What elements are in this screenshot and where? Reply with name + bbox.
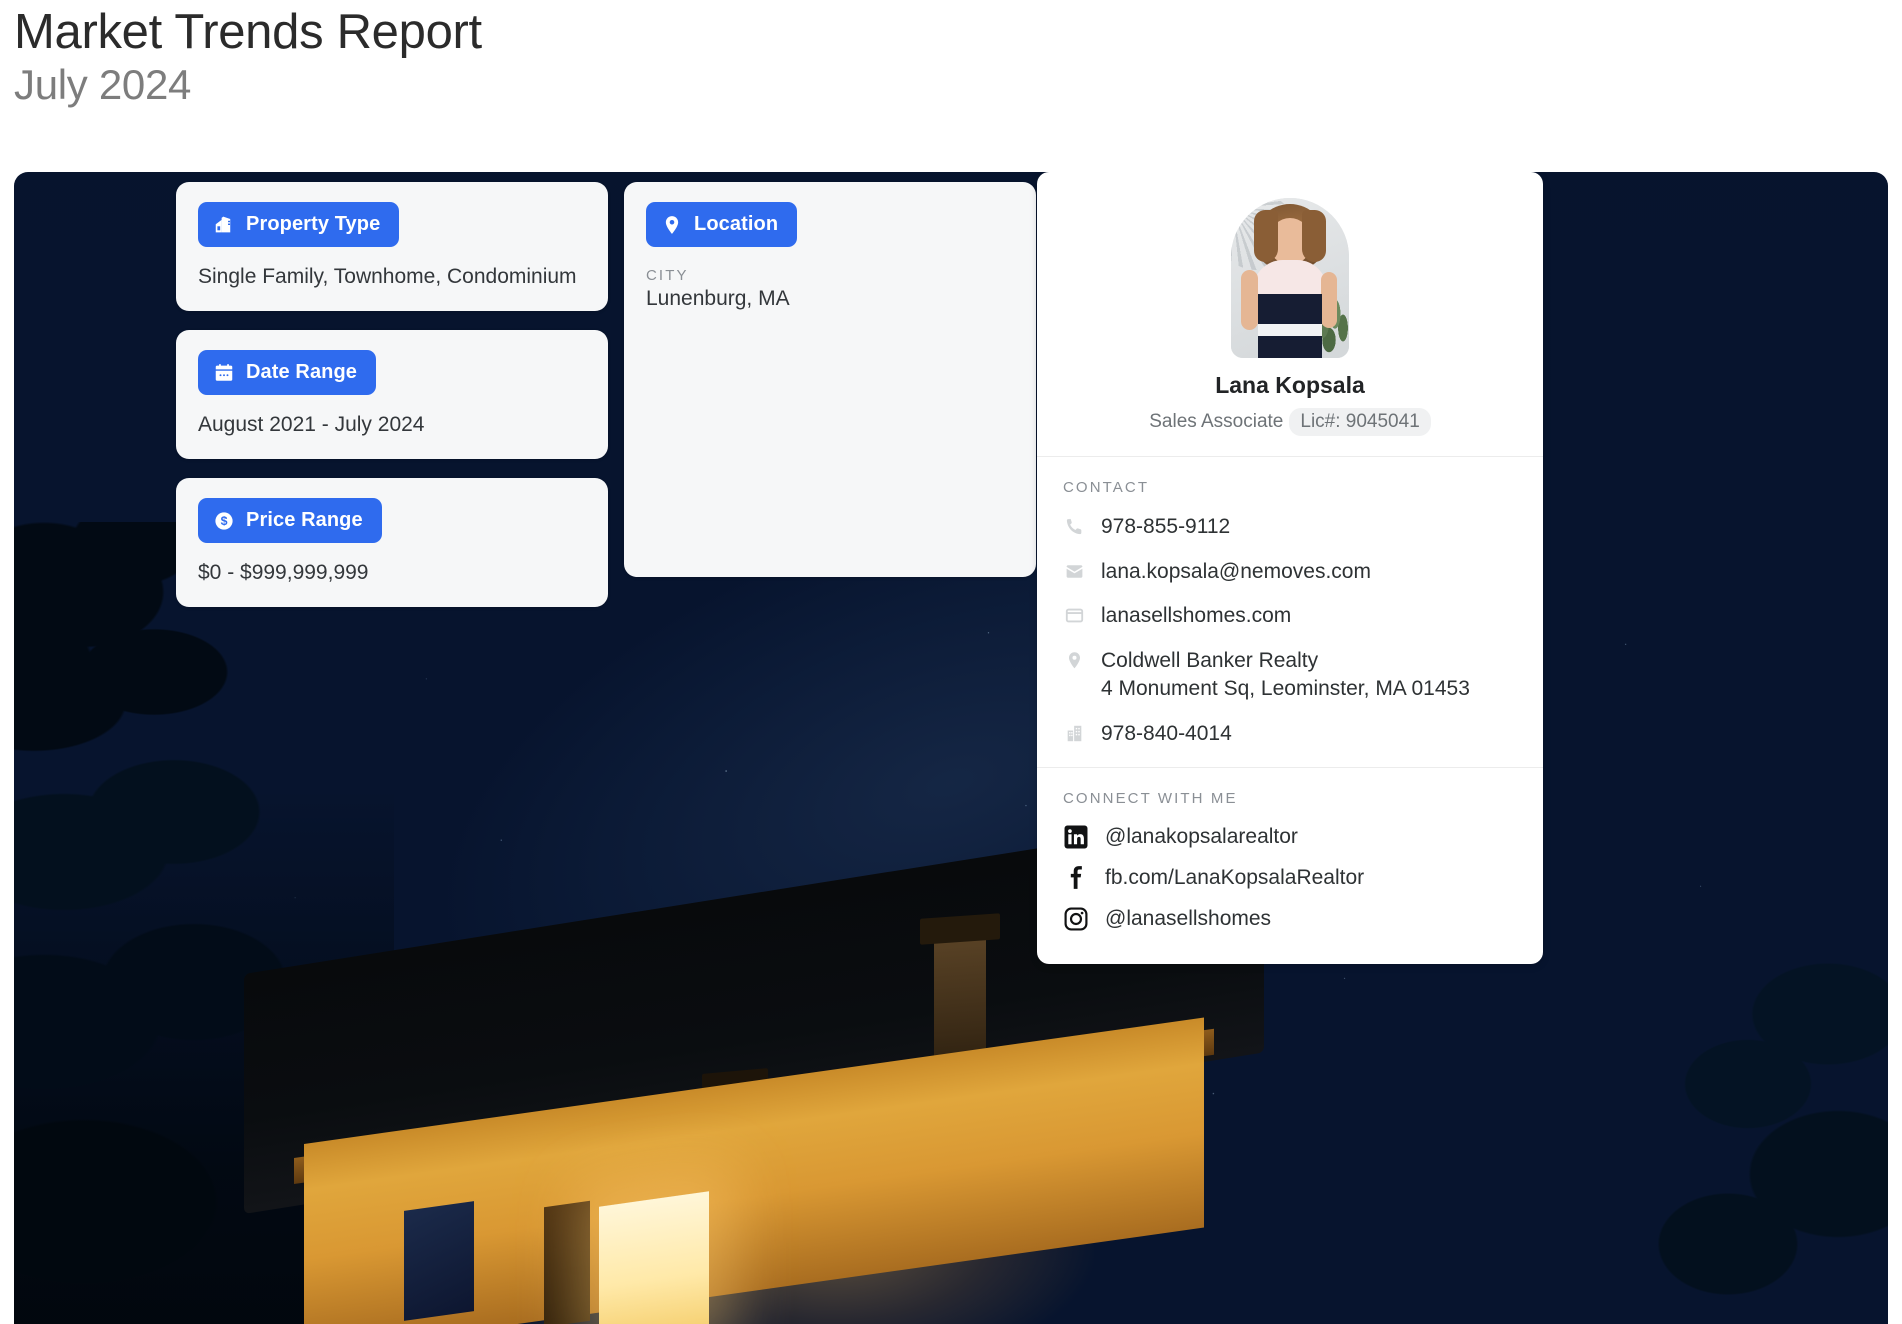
status-badge-license: Lic#: 9045041 [1289, 408, 1431, 436]
city-value: Lunenburg, MA [646, 287, 790, 310]
filter-card-price-range: $ Price Range $0 - $999,999,999 [176, 478, 608, 607]
contact-row-phone[interactable]: 978-855-9112 [1063, 513, 1517, 541]
brokerage-name: Coldwell Banker Realty [1101, 649, 1319, 673]
connect-section: CONNECT WITH ME @lanakopsalarealtor fb.c… [1037, 768, 1543, 946]
svg-text:$: $ [221, 514, 228, 528]
location-label: Location [694, 213, 779, 235]
website-value: lanasellshomes.com [1101, 604, 1292, 628]
tree-silhouette-right [1588, 924, 1888, 1324]
linkedin-icon [1063, 824, 1089, 850]
facebook-icon [1063, 865, 1089, 891]
office-building-icon [1063, 720, 1085, 744]
avatar-hair-left [1254, 210, 1278, 262]
property-type-label: Property Type [246, 213, 381, 235]
filter-card-location: Location CITY Lunenburg, MA [624, 182, 1036, 577]
map-pin-icon [661, 214, 683, 236]
address-value: Coldwell Banker Realty 4 Monument Sq, Le… [1101, 647, 1470, 702]
envelope-icon [1063, 558, 1085, 582]
office-phone-value: 978-840-4014 [1101, 721, 1232, 745]
instagram-icon [1063, 906, 1089, 932]
avatar-arm-left [1241, 270, 1258, 330]
date-range-value: August 2021 - July 2024 [198, 413, 425, 436]
contact-list: 978-855-9112 lana.kopsala@nemoves.com la… [1063, 513, 1517, 747]
filter-card-date-range: Date Range August 2021 - July 2024 [176, 330, 608, 459]
agent-contact-card: Lana Kopsala Sales Associate Lic#: 90450… [1037, 172, 1543, 965]
social-row-linkedin[interactable]: @lanakopsalarealtor [1063, 824, 1517, 850]
dollar-circle-icon: $ [213, 510, 235, 532]
page-title: Market Trends Report [14, 5, 482, 59]
location-badge: Location [646, 202, 798, 247]
price-range-badge: $ Price Range [198, 498, 382, 543]
hero-banner: Property Type Single Family, Townhome, C… [14, 172, 1888, 1324]
avatar-dress-band-top [1258, 294, 1322, 324]
avatar-hair-right [1302, 210, 1326, 262]
agent-header: Lana Kopsala Sales Associate Lic#: 90450… [1037, 172, 1543, 457]
house-photo-element [244, 812, 1294, 1324]
date-range-label: Date Range [246, 361, 358, 383]
contact-row-website[interactable]: lanasellshomes.com [1063, 602, 1517, 630]
email-value: lana.kopsala@nemoves.com [1101, 559, 1371, 583]
social-row-facebook[interactable]: fb.com/LanaKopsalaRealtor [1063, 865, 1517, 891]
house-window-lit [599, 1191, 709, 1324]
agent-meta: Sales Associate Lic#: 9045041 [1063, 408, 1517, 436]
brokerage-street: 4 Monument Sq, Leominster, MA 01453 [1101, 676, 1470, 700]
avatar [1231, 198, 1349, 358]
facebook-handle: fb.com/LanaKopsalaRealtor [1105, 866, 1365, 890]
phone-icon [1063, 513, 1085, 537]
phone-value: 978-855-9112 [1101, 515, 1231, 538]
contact-row-email[interactable]: lana.kopsala@nemoves.com [1063, 558, 1517, 586]
price-range-label: Price Range [246, 509, 363, 531]
location-city-block: CITY Lunenburg, MA [646, 267, 1014, 311]
browser-window-icon [1063, 602, 1085, 626]
city-field-label: CITY [646, 267, 689, 284]
agent-role: Sales Associate [1149, 411, 1284, 432]
contact-row-address[interactable]: Coldwell Banker Realty 4 Monument Sq, Le… [1063, 647, 1517, 702]
avatar-dress-band-middle [1258, 324, 1322, 336]
instagram-handle: @lanasellshomes [1105, 907, 1272, 931]
home-building-icon [213, 214, 235, 236]
contact-section: CONTACT 978-855-9112 lana.kopsala@nemove… [1037, 457, 1543, 769]
contact-heading: CONTACT [1063, 479, 1150, 496]
social-row-instagram[interactable]: @lanasellshomes [1063, 906, 1517, 932]
property-type-value: Single Family, Townhome, Condominium [198, 265, 577, 288]
contact-row-office-phone[interactable]: 978-840-4014 [1063, 720, 1517, 748]
map-pin-icon [1063, 647, 1085, 671]
filter-card-group: Property Type Single Family, Townhome, C… [176, 182, 608, 607]
report-header: Market Trends Report July 2024 [14, 6, 914, 108]
page-subtitle: July 2024 [14, 60, 192, 108]
house-window-shutter [544, 1200, 590, 1324]
agent-name: Lana Kopsala [1215, 372, 1365, 398]
social-list: @lanakopsalarealtor fb.com/LanaKopsalaRe… [1063, 824, 1517, 932]
filter-card-property-type: Property Type Single Family, Townhome, C… [176, 182, 608, 311]
price-range-value: $0 - $999,999,999 [198, 561, 369, 584]
avatar-arm-right [1321, 272, 1337, 328]
calendar-icon [213, 362, 235, 384]
property-type-badge: Property Type [198, 202, 400, 247]
avatar-dress-band-bottom [1258, 336, 1322, 358]
date-range-badge: Date Range [198, 350, 377, 395]
connect-heading: CONNECT WITH ME [1063, 790, 1238, 808]
house-window-dark [404, 1201, 474, 1321]
report-page: Market Trends Report July 2024 Property … [0, 0, 1902, 1324]
linkedin-handle: @lanakopsalarealtor [1105, 825, 1298, 849]
